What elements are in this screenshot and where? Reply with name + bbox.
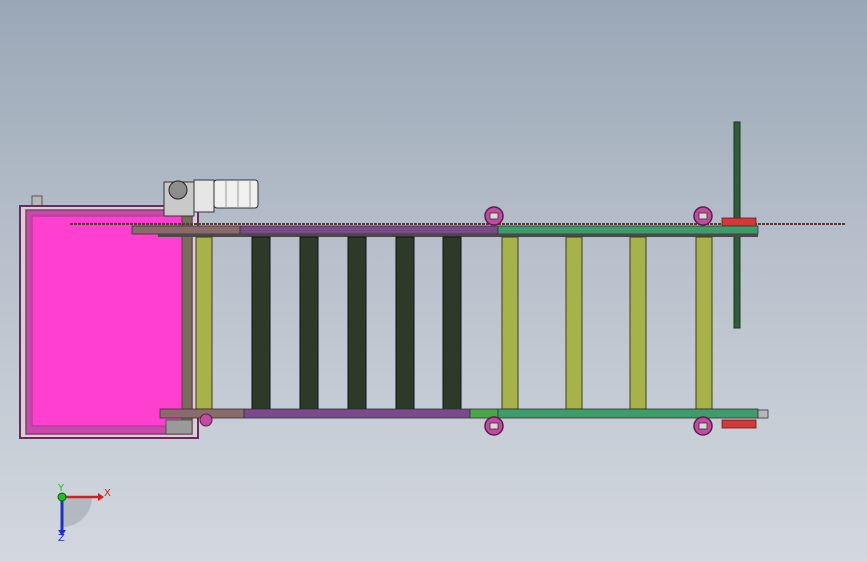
hopper-bottom-wheel xyxy=(199,413,213,427)
top-rail-left-segment xyxy=(131,225,241,235)
top-rail[interactable] xyxy=(131,225,759,237)
motor-flange xyxy=(193,179,215,213)
coordinate-triad: X Y Z xyxy=(57,483,111,544)
roller[interactable] xyxy=(395,236,415,410)
roller[interactable] xyxy=(251,236,271,410)
drive-motor[interactable] xyxy=(163,179,259,217)
bottom-rail-purple-segment xyxy=(243,408,471,419)
hopper-panel xyxy=(31,215,183,427)
triad-plane-shadow xyxy=(62,497,92,527)
motor-gear xyxy=(168,180,188,200)
bottom-wheel-2-hub xyxy=(698,422,708,430)
hopper-side-strip xyxy=(181,215,193,427)
motor-body xyxy=(213,179,259,209)
cad-viewport[interactable]: X Y Z xyxy=(0,0,867,562)
bottom-rail-green-segment xyxy=(497,408,759,419)
z-axis-label: Z xyxy=(58,533,65,544)
bottom-wheel-1-hub xyxy=(489,422,499,430)
top-rail-green-segment xyxy=(497,225,759,235)
bottom-red-bracket xyxy=(721,419,757,429)
top-rail-purple-segment xyxy=(239,225,499,235)
y-axis-icon xyxy=(57,492,67,502)
roller[interactable] xyxy=(442,236,462,410)
top-wheel-2-hub xyxy=(698,212,708,220)
x-axis-label: X xyxy=(104,488,111,499)
roller[interactable] xyxy=(501,236,519,410)
roller[interactable] xyxy=(347,236,367,410)
rollers xyxy=(195,236,713,410)
bottom-rail[interactable] xyxy=(159,408,769,419)
roller[interactable] xyxy=(695,236,713,410)
hopper-tab xyxy=(31,195,43,207)
hopper-foot xyxy=(165,419,193,435)
roller[interactable] xyxy=(565,236,583,410)
top-wheel-1-hub xyxy=(489,212,499,220)
bottom-rail-end-cap xyxy=(757,409,769,419)
roller[interactable] xyxy=(629,236,647,410)
y-axis-label: Y xyxy=(57,483,65,494)
roller[interactable] xyxy=(299,236,319,410)
roller[interactable] xyxy=(195,236,213,410)
top-red-bracket xyxy=(721,217,757,227)
